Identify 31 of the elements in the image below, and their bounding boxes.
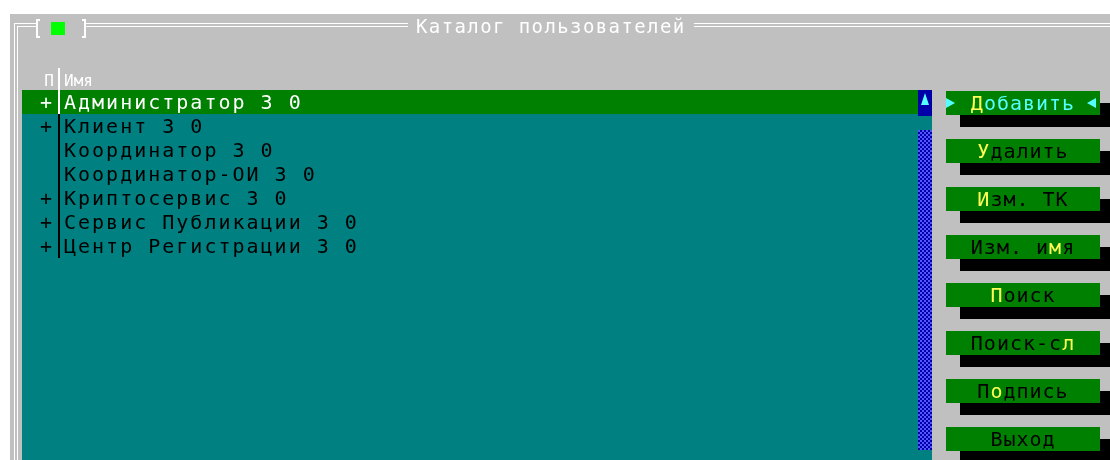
mark-cell-text: + [38, 186, 55, 210]
list-row[interactable]: Координатор-ОИ 3 0 [22, 162, 918, 186]
list-row[interactable]: + Клиент 3 0 [22, 114, 918, 138]
close-icon[interactable] [36, 17, 86, 39]
name-cell: Координатор 3 0 [64, 138, 275, 162]
list-row[interactable]: + Сервис Публикации 3 0 [22, 210, 918, 234]
name-cell: Центр Регистрации 3 0 [64, 234, 359, 258]
list-row[interactable]: Координатор 3 0 [22, 138, 918, 162]
list-row[interactable]: + Администратор 3 0 [22, 90, 918, 114]
list-row[interactable]: + Криптосервис 3 0 [22, 186, 918, 210]
name-cell: Клиент 3 0 [64, 114, 205, 138]
name-cell: Сервис Публикации 3 0 [64, 210, 359, 234]
column-header: Имя [64, 71, 93, 90]
mark-cell-text: + [38, 90, 55, 114]
toolbar-button[interactable]: Поиск [946, 283, 1100, 307]
name-cell: Криптосервис 3 0 [64, 186, 289, 210]
mark-cell-text: + [38, 210, 55, 234]
toolbar-button[interactable]: Выход [946, 427, 1100, 451]
name-cell: Администратор 3 0 [64, 90, 303, 114]
mark-cell-text: + [38, 234, 55, 258]
list-row[interactable]: + Центр Регистрации 3 0 [22, 234, 918, 258]
toolbar-button[interactable]: Подпись [946, 379, 1100, 403]
toolbar-button[interactable]: Изм. ТК [946, 187, 1100, 211]
toolbar-button[interactable]: Изм. имя [946, 235, 1100, 259]
toolbar-button[interactable]: Поиск-сл [946, 331, 1100, 355]
scrollbar[interactable] [918, 90, 932, 450]
mark-cell-text: + [38, 114, 55, 138]
toolbar-button[interactable]: Добавить [946, 91, 1100, 115]
column-header: П [43, 71, 55, 90]
toolbar-button[interactable]: Удалить [946, 139, 1100, 163]
name-cell: Координатор-ОИ 3 0 [64, 162, 317, 186]
